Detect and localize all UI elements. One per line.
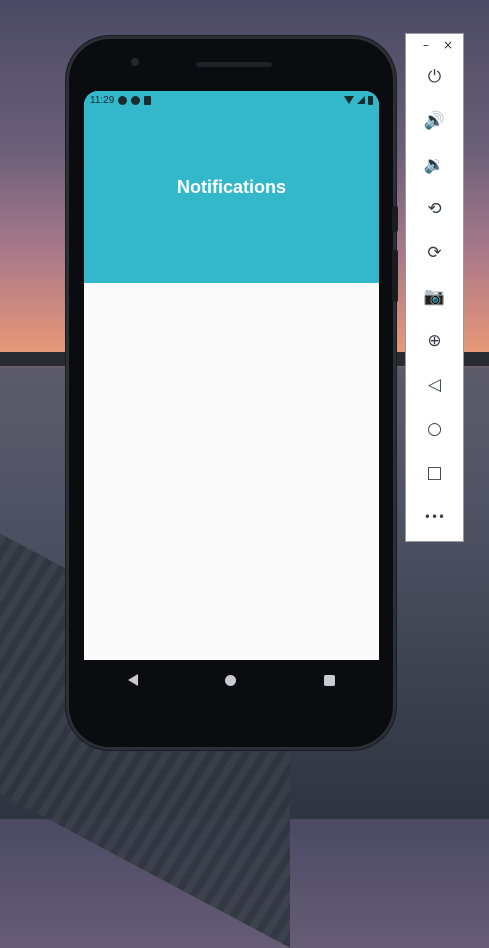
status-bar: 11:29 xyxy=(84,91,379,109)
more-icon[interactable]: ••• xyxy=(406,502,463,532)
volume-up-icon[interactable]: 🔊 xyxy=(406,106,463,136)
a-circle-icon xyxy=(118,95,128,105)
rotate-right-icon[interactable]: ⟳ xyxy=(406,238,463,268)
back-button-icon[interactable]: ◁ xyxy=(406,370,463,400)
overview-icon[interactable]: □ xyxy=(406,458,463,488)
close-button[interactable]: × xyxy=(443,38,453,58)
rotate-left-icon[interactable]: ⟲ xyxy=(406,194,463,224)
nav-back-icon[interactable] xyxy=(127,674,138,686)
app-screen: 11:29 Notifications xyxy=(84,91,379,660)
status-time: 11:29 xyxy=(90,94,115,106)
minimize-button[interactable]: – xyxy=(423,38,429,58)
sd-card-icon xyxy=(144,95,152,105)
phone-side-button xyxy=(392,206,398,232)
zoom-icon[interactable]: ⊕ xyxy=(406,326,463,356)
home-button-icon[interactable]: ○ xyxy=(406,414,463,444)
status-right-icons xyxy=(344,95,373,105)
half-circle-icon xyxy=(131,95,141,105)
battery-icon xyxy=(368,95,373,105)
volume-down-icon[interactable]: 🔉 xyxy=(406,150,463,180)
camera-icon[interactable]: 📷 xyxy=(406,282,463,312)
nav-home-icon[interactable] xyxy=(225,674,237,686)
wifi-icon xyxy=(344,96,354,104)
page-title: Notifications xyxy=(176,177,286,197)
earpiece-speaker xyxy=(196,62,272,67)
signal-icon xyxy=(357,96,365,104)
system-nav-bar xyxy=(84,660,379,700)
emulator-toolbar: – × ⏻ 🔊 🔉 ⟲ ⟳ 📷 ⊕ ◁ ○ □ ••• xyxy=(405,33,464,542)
power-icon[interactable]: ⏻ xyxy=(406,62,463,92)
front-camera xyxy=(131,58,139,66)
toolbar-window-controls: – × xyxy=(406,34,463,58)
nav-recents-icon[interactable] xyxy=(324,674,336,686)
app-header: 11:29 Notifications xyxy=(84,91,379,283)
phone-volume-button xyxy=(392,250,398,302)
